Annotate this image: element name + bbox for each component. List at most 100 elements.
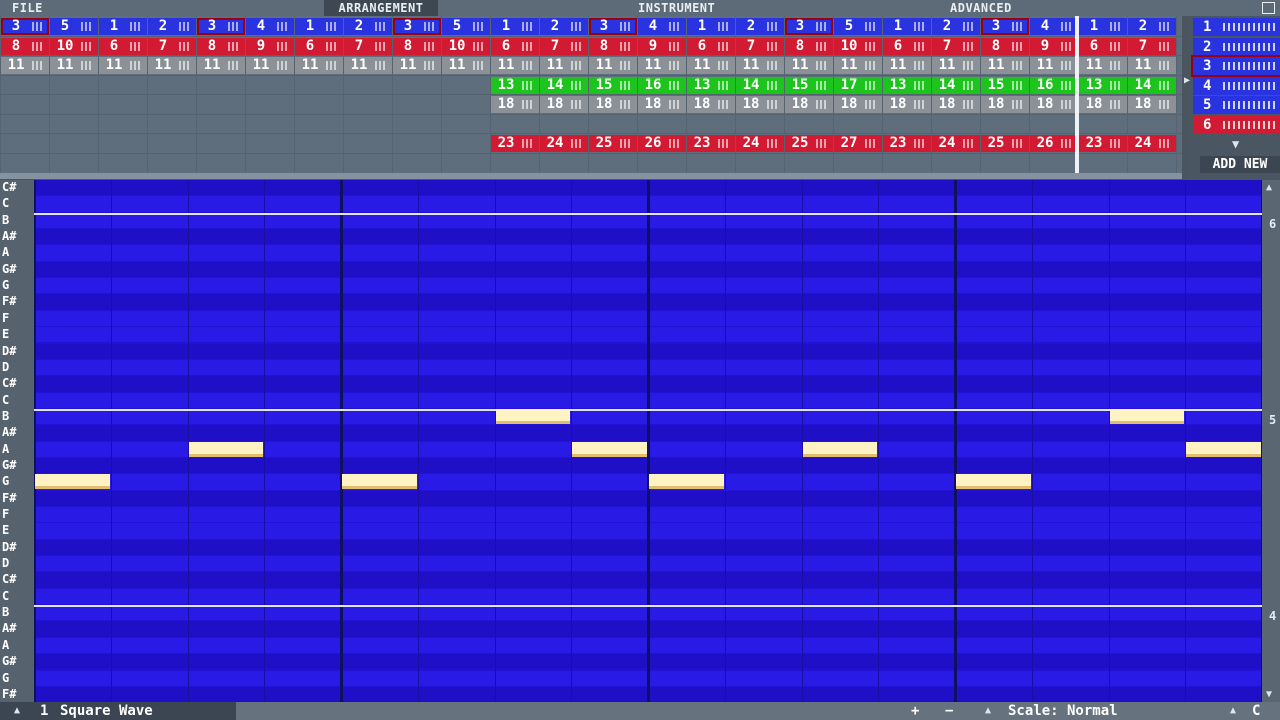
pattern-cell[interactable]: 16	[1030, 76, 1078, 94]
pattern-cell[interactable]: 9	[638, 37, 686, 55]
pattern-cell[interactable]: 7	[148, 37, 196, 55]
pattern-cell[interactable]: 11	[736, 57, 784, 74]
pattern-cell[interactable]: 6	[295, 37, 343, 55]
piano-roll-scrollbar[interactable]: ▲ ▼	[1262, 180, 1280, 702]
pattern-cell[interactable]: 23	[491, 135, 539, 152]
pattern-cell[interactable]: 3	[1, 18, 49, 35]
pattern-cell[interactable]: 4	[1030, 18, 1078, 35]
window-icon[interactable]	[1262, 2, 1275, 14]
pattern-cell[interactable]: 1	[687, 18, 735, 35]
playhead[interactable]	[1075, 16, 1079, 178]
tab-arrangement[interactable]: ARRANGEMENT	[324, 0, 438, 16]
add-note-button[interactable]: +	[911, 702, 919, 720]
pattern-cell[interactable]: 18	[785, 96, 833, 113]
note-block[interactable]	[572, 441, 647, 457]
pattern-cell[interactable]: 3	[981, 18, 1029, 35]
pattern-cell[interactable]: 17	[834, 76, 882, 94]
channel-item[interactable]: 2	[1193, 37, 1280, 56]
pattern-cell[interactable]: 11	[197, 57, 245, 74]
pattern-cell[interactable]: 11	[491, 57, 539, 74]
pattern-cell[interactable]: 15	[589, 76, 637, 94]
note-block[interactable]	[1109, 408, 1185, 424]
pattern-cell[interactable]: 10	[442, 37, 490, 55]
pattern-cell[interactable]: 7	[736, 37, 784, 55]
pattern-cell[interactable]: 6	[99, 37, 147, 55]
pattern-cell[interactable]: 9	[1030, 37, 1078, 55]
chevron-down-icon[interactable]: ▼	[1232, 137, 1239, 151]
pattern-cell[interactable]: 7	[1128, 37, 1176, 55]
pattern-cell[interactable]: 3	[589, 18, 637, 35]
pattern-cell[interactable]: 3	[197, 18, 245, 35]
pattern-cell[interactable]: 10	[50, 37, 98, 55]
pattern-cell[interactable]: 18	[834, 96, 882, 113]
menu-file[interactable]: FILE	[12, 0, 43, 16]
pattern-cell[interactable]: 13	[883, 76, 931, 94]
pattern-cell[interactable]: 26	[1030, 135, 1078, 152]
pattern-cell[interactable]: 11	[638, 57, 686, 74]
pattern-cell[interactable]: 11	[785, 57, 833, 74]
pattern-cell[interactable]: 24	[932, 135, 980, 152]
pattern-cell[interactable]: 15	[785, 76, 833, 94]
remove-note-button[interactable]: −	[945, 702, 953, 720]
pattern-cell[interactable]: 11	[1128, 57, 1176, 74]
pattern-cell[interactable]: 11	[981, 57, 1029, 74]
pattern-cell[interactable]: 11	[1079, 57, 1127, 74]
pattern-cell[interactable]: 6	[491, 37, 539, 55]
pattern-cell[interactable]: 23	[883, 135, 931, 152]
pattern-cell[interactable]: 11	[393, 57, 441, 74]
pattern-cell[interactable]: 16	[638, 76, 686, 94]
pattern-cell[interactable]: 11	[687, 57, 735, 74]
pattern-cell[interactable]: 25	[981, 135, 1029, 152]
pattern-cell[interactable]: 23	[1079, 135, 1127, 152]
scale-selector[interactable]: Scale: Normal	[1008, 702, 1118, 720]
pattern-cell[interactable]: 18	[1079, 96, 1127, 113]
pattern-cell[interactable]: 24	[1128, 135, 1176, 152]
pattern-cell[interactable]: 11	[540, 57, 588, 74]
pattern-cell[interactable]: 11	[834, 57, 882, 74]
arrangement-scrollbar[interactable]	[0, 173, 1182, 179]
pattern-cell[interactable]: 4	[246, 18, 294, 35]
key-up-icon[interactable]: ▲	[1230, 702, 1236, 720]
pattern-cell[interactable]: 11	[50, 57, 98, 74]
pattern-cell[interactable]: 7	[540, 37, 588, 55]
tab-instrument[interactable]: INSTRUMENT	[638, 0, 715, 16]
pattern-cell[interactable]: 18	[540, 96, 588, 113]
pattern-cell[interactable]: 13	[491, 76, 539, 94]
note-block[interactable]	[1186, 441, 1261, 457]
pattern-cell[interactable]: 11	[344, 57, 392, 74]
pattern-cell[interactable]: 27	[834, 135, 882, 152]
note-block[interactable]	[188, 441, 264, 457]
pattern-cell[interactable]: 18	[589, 96, 637, 113]
pattern-cell[interactable]: 6	[883, 37, 931, 55]
note-block[interactable]	[649, 474, 724, 490]
pattern-cell[interactable]: 1	[491, 18, 539, 35]
scroll-down-icon[interactable]: ▼	[1266, 689, 1272, 700]
pattern-cell[interactable]: 11	[246, 57, 294, 74]
up-arrow-icon[interactable]: ▲	[14, 702, 20, 720]
pattern-cell[interactable]: 11	[1030, 57, 1078, 74]
note-block[interactable]	[495, 408, 571, 424]
pattern-cell[interactable]: 3	[393, 18, 441, 35]
piano-roll[interactable]	[34, 180, 1262, 702]
pattern-cell[interactable]: 2	[1128, 18, 1176, 35]
pattern-cell[interactable]: 25	[785, 135, 833, 152]
pattern-cell[interactable]: 18	[736, 96, 784, 113]
pattern-cell[interactable]: 2	[932, 18, 980, 35]
pattern-cell[interactable]: 2	[148, 18, 196, 35]
pattern-cell[interactable]: 15	[981, 76, 1029, 94]
channel-item[interactable]: 4	[1193, 76, 1280, 95]
pattern-cell[interactable]: 1	[295, 18, 343, 35]
pattern-cell[interactable]: 8	[393, 37, 441, 55]
pattern-cell[interactable]: 5	[442, 18, 490, 35]
pattern-cell[interactable]: 14	[1128, 76, 1176, 94]
pattern-cell[interactable]: 8	[785, 37, 833, 55]
pattern-cell[interactable]: 11	[883, 57, 931, 74]
pattern-cell[interactable]: 13	[1079, 76, 1127, 94]
pattern-cell[interactable]: 24	[736, 135, 784, 152]
pattern-cell[interactable]: 3	[785, 18, 833, 35]
pattern-cell[interactable]: 1	[883, 18, 931, 35]
pattern-cell[interactable]: 14	[932, 76, 980, 94]
pattern-cell[interactable]: 11	[295, 57, 343, 74]
note-block[interactable]	[802, 441, 878, 457]
pattern-cell[interactable]: 25	[589, 135, 637, 152]
